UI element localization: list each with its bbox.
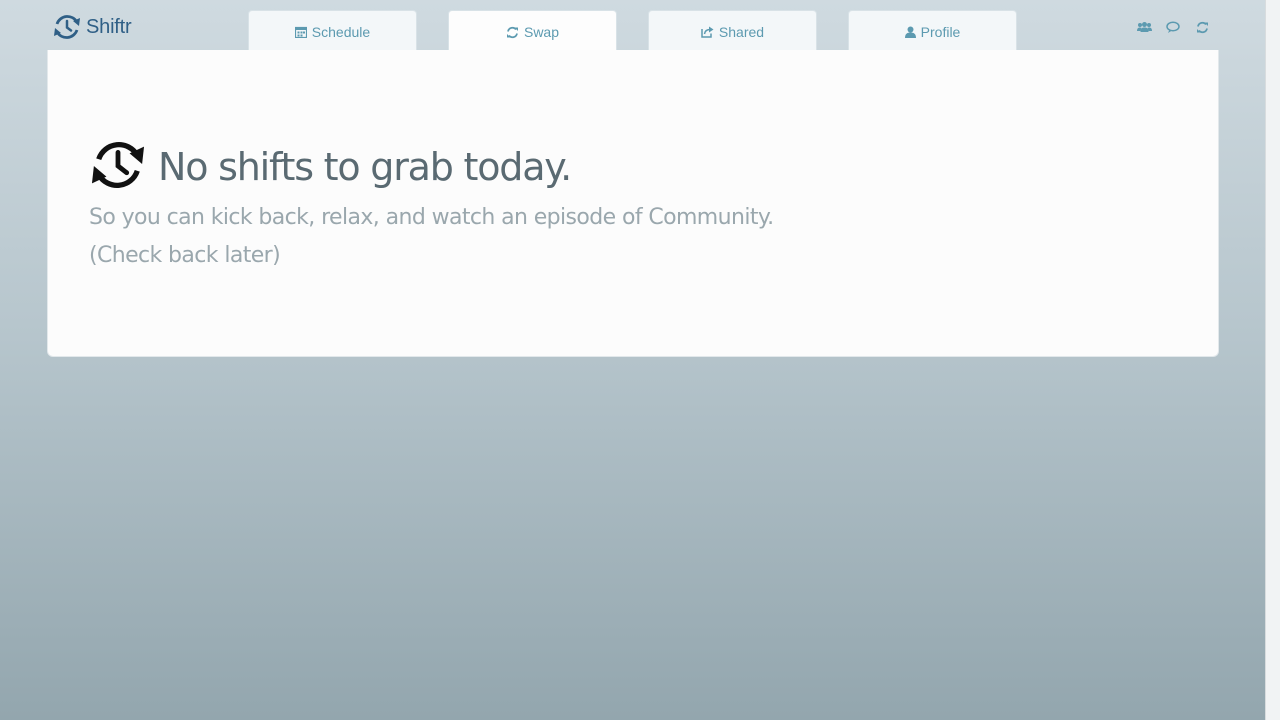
clock-history-icon bbox=[52, 13, 82, 41]
empty-state-title: No shifts to grab today. bbox=[158, 145, 572, 189]
tab-swap-label: Swap bbox=[523, 24, 560, 40]
main-tabs: Schedule Swap Shared Profile bbox=[248, 10, 1017, 51]
tab-swap[interactable]: Swap bbox=[448, 10, 617, 51]
refresh-icon bbox=[506, 26, 519, 39]
tab-shared[interactable]: Shared bbox=[648, 10, 817, 50]
refresh-icon[interactable] bbox=[1194, 19, 1210, 35]
clock-history-icon bbox=[88, 138, 148, 196]
page-scrollbar[interactable] bbox=[1265, 0, 1280, 720]
group-icon[interactable] bbox=[1136, 19, 1152, 35]
calendar-icon bbox=[294, 26, 307, 38]
swap-panel: No shifts to grab today. So you can kick… bbox=[47, 50, 1219, 357]
empty-state-headline: No shifts to grab today. bbox=[88, 138, 572, 196]
share-icon bbox=[701, 26, 714, 38]
chat-icon[interactable] bbox=[1165, 19, 1181, 35]
brand-logo-link[interactable]: Shiftr bbox=[52, 13, 132, 41]
empty-state-hint: (Check back later) bbox=[89, 243, 281, 268]
user-icon bbox=[904, 26, 916, 38]
tab-shared-label: Shared bbox=[718, 23, 765, 40]
tab-profile[interactable]: Profile bbox=[848, 10, 1017, 50]
tab-schedule[interactable]: Schedule bbox=[248, 10, 417, 50]
tab-schedule-label: Schedule bbox=[311, 23, 371, 40]
tab-profile-label: Profile bbox=[920, 23, 961, 40]
empty-state-message: So you can kick back, relax, and watch a… bbox=[89, 205, 774, 230]
header-actions bbox=[1136, 19, 1210, 35]
brand-name: Shiftr bbox=[86, 15, 132, 38]
